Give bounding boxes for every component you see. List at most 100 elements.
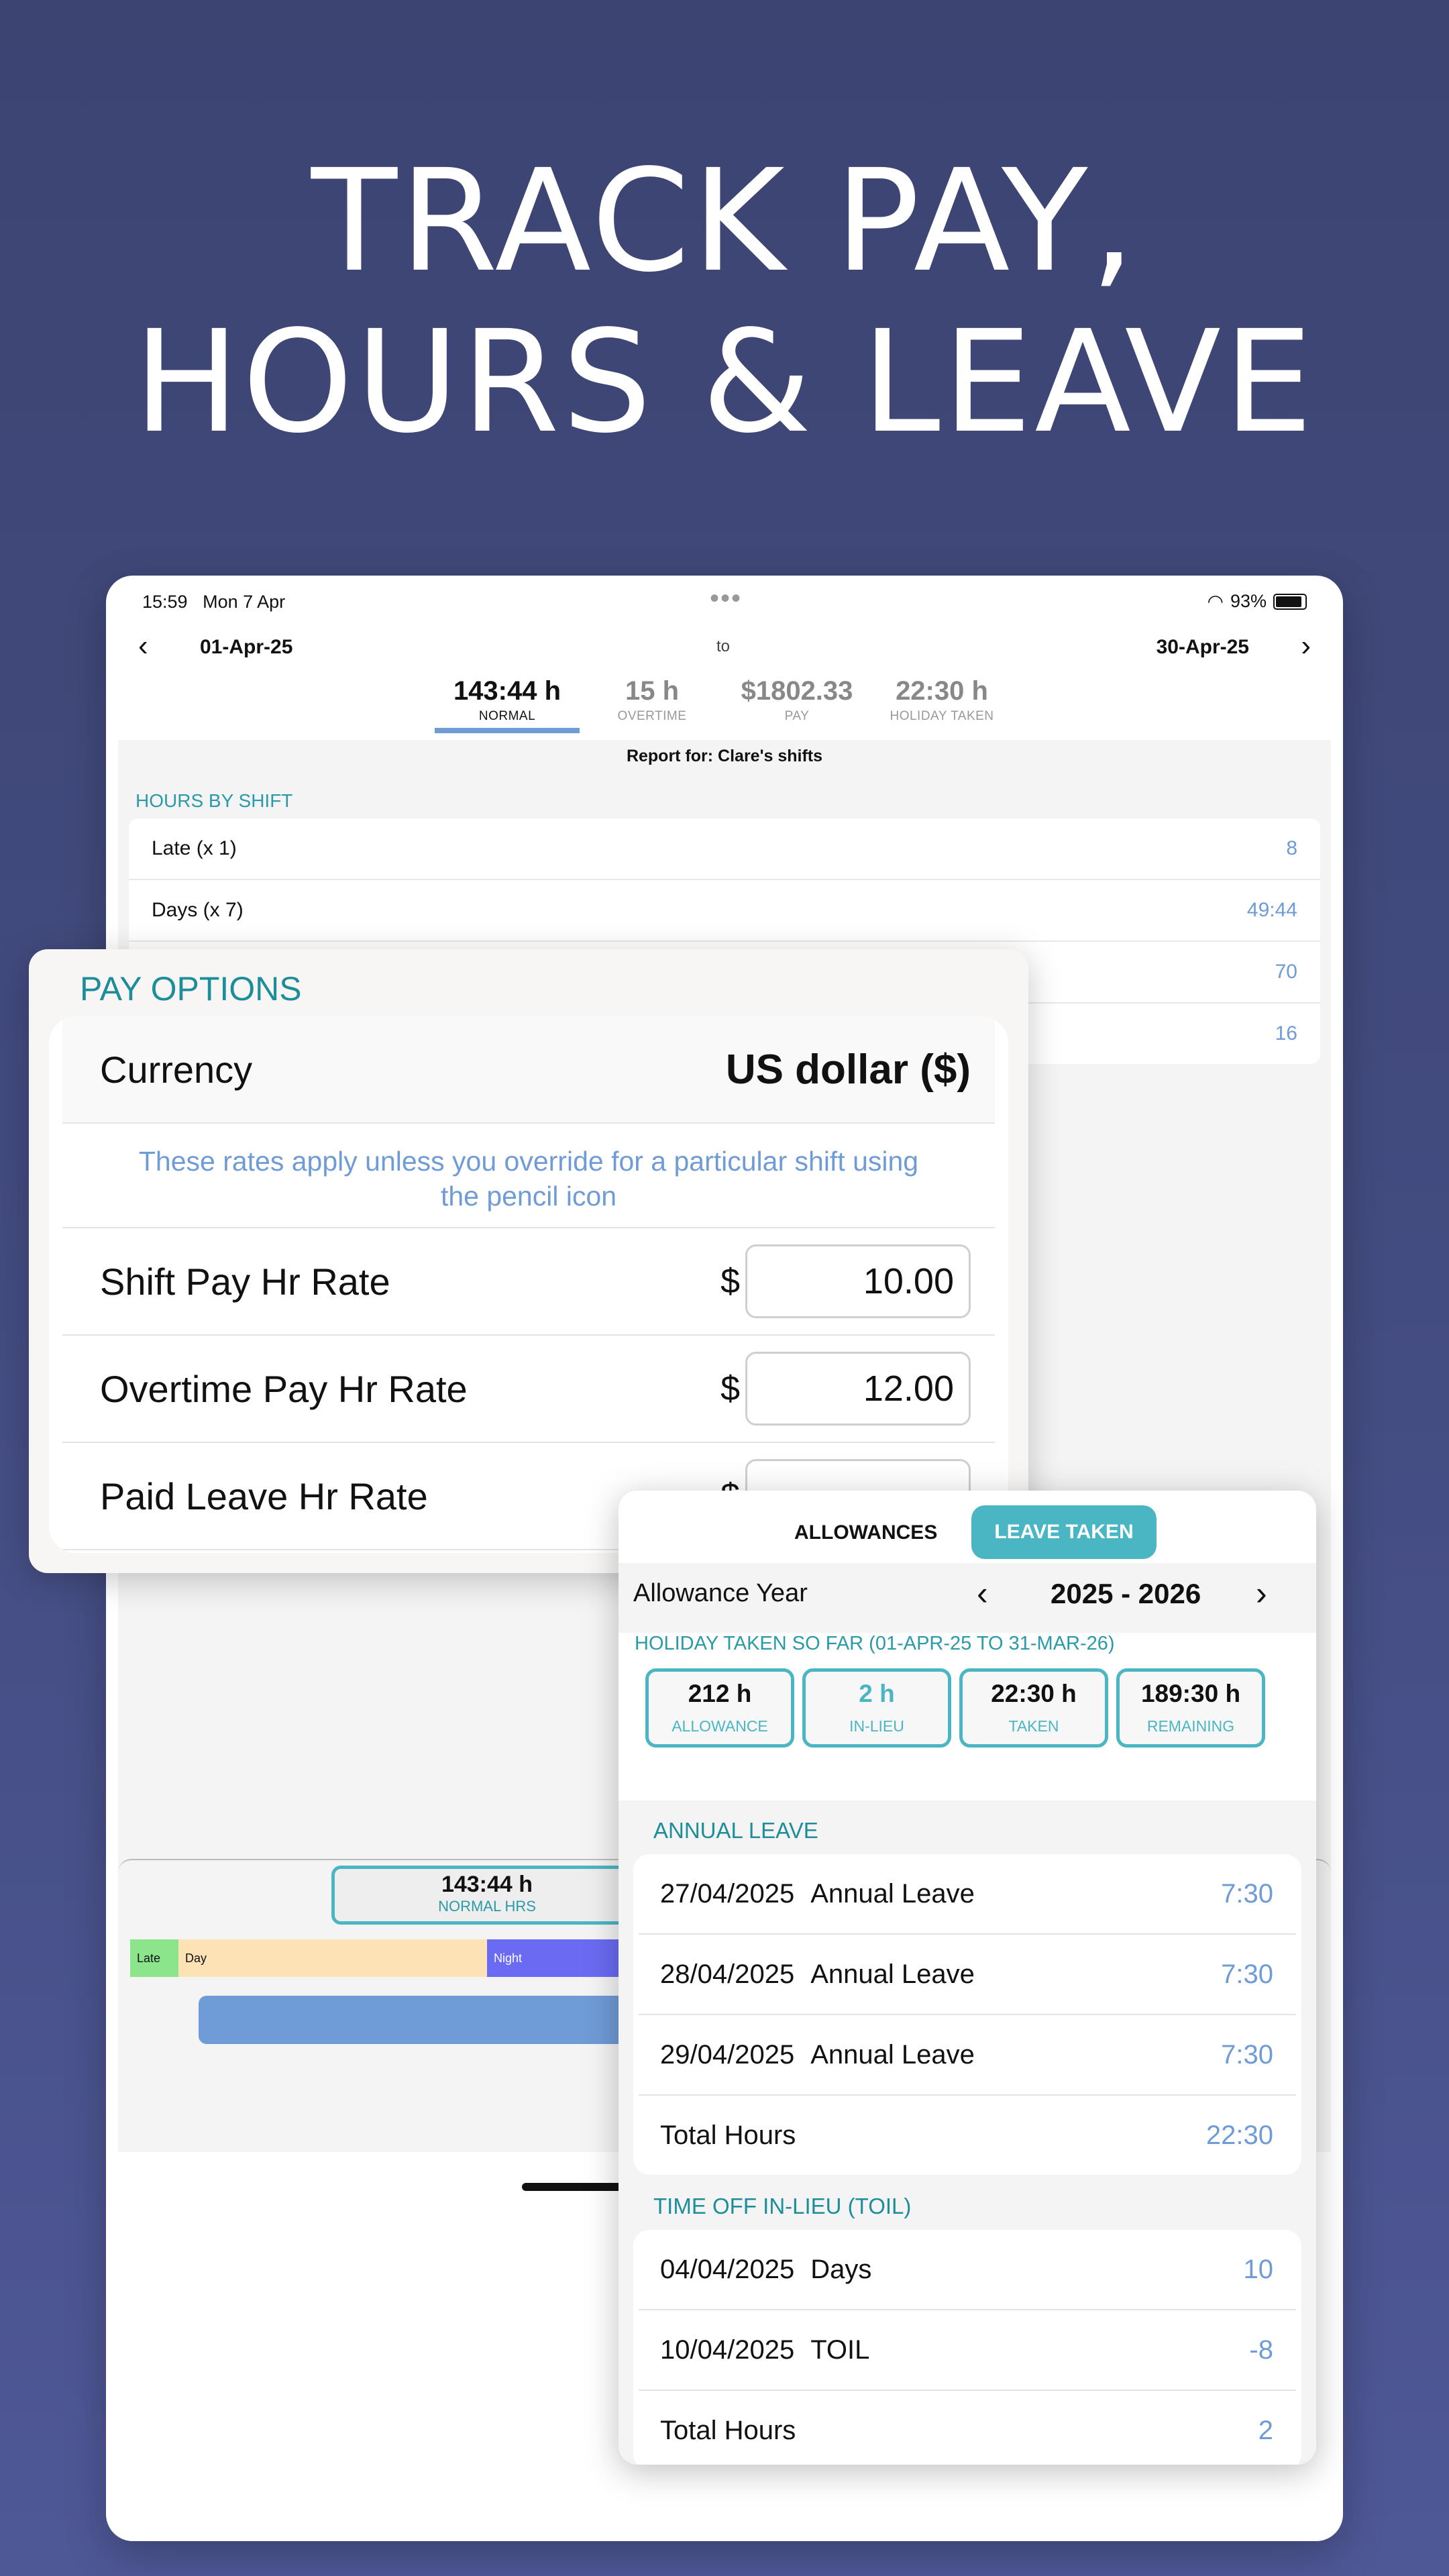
stat-in-lieu[interactable]: 2 h IN-LIEU bbox=[802, 1668, 951, 1748]
tab-overtime[interactable]: 15 h OVERTIME bbox=[580, 676, 724, 733]
chevron-right-icon[interactable]: › bbox=[1301, 629, 1311, 663]
chevron-right-icon[interactable]: › bbox=[1256, 1574, 1267, 1613]
stat-allowance[interactable]: 212 h ALLOWANCE bbox=[645, 1668, 794, 1748]
leave-type: TOIL bbox=[810, 2334, 870, 2365]
leave-hours: -8 bbox=[1249, 2334, 1273, 2365]
list-item[interactable]: 28/04/2025 Annual Leave 7:30 bbox=[639, 1935, 1296, 2015]
date-range-nav: ‹ 01-Apr-25 to 30-Apr-25 › bbox=[106, 623, 1343, 669]
summary-label: HOLIDAY TAKEN bbox=[890, 709, 994, 723]
normal-hours-box[interactable]: 143:44 h NORMAL HRS bbox=[331, 1866, 643, 1925]
overtime-pay-rate-input[interactable]: 12.00 bbox=[745, 1352, 971, 1426]
list-item[interactable]: 27/04/2025 Annual Leave 7:30 bbox=[639, 1854, 1296, 1935]
shift-row[interactable]: Days (x 7) 49:44 bbox=[129, 880, 1320, 942]
tab-holiday-taken[interactable]: 22:30 h HOLIDAY TAKEN bbox=[869, 676, 1014, 733]
pay-options-title: PAY OPTIONS bbox=[80, 970, 302, 1008]
shift-pay-rate-input[interactable]: 10.00 bbox=[745, 1244, 971, 1318]
leave-date: 28/04/2025 bbox=[660, 1959, 795, 1989]
leave-hours: 7:30 bbox=[1221, 1878, 1273, 1909]
date-to-label: to bbox=[716, 637, 731, 655]
annual-leave-list: 27/04/2025 Annual Leave 7:30 28/04/2025 Ann… bbox=[633, 1854, 1301, 2175]
shift-value: 16 bbox=[1275, 1022, 1297, 1044]
tab-leave-taken[interactable]: LEAVE TAKEN bbox=[971, 1505, 1157, 1559]
chevron-left-icon[interactable]: ‹ bbox=[138, 629, 148, 663]
leave-type: Annual Leave bbox=[810, 1878, 975, 1909]
shift-row[interactable]: Late (x 1) 8 bbox=[129, 818, 1320, 880]
total-value: 2 bbox=[1258, 2415, 1273, 2445]
allowance-year-row: Allowance Year ‹ 2025 - 2026 › bbox=[619, 1563, 1316, 1625]
shift-label: Days (x 7) bbox=[152, 899, 244, 921]
total-value: 22:30 bbox=[1205, 2120, 1273, 2150]
stat-label: TAKEN bbox=[1008, 1717, 1059, 1735]
shift-value: 8 bbox=[1286, 837, 1297, 859]
hours-by-shift-title: HOURS BY SHIFT bbox=[136, 790, 293, 811]
stat-taken[interactable]: 22:30 h TAKEN bbox=[959, 1668, 1108, 1748]
toil-list: 04/04/2025 Days 10 10/04/2025 TOIL -8 Total … bbox=[633, 2230, 1301, 2465]
list-item[interactable]: 04/04/2025 Days 10 bbox=[639, 2230, 1296, 2310]
stat-remaining[interactable]: 189:30 h REMAINING bbox=[1116, 1668, 1265, 1748]
tab-normal[interactable]: 143:44 h NORMAL bbox=[435, 676, 580, 733]
stat-value: 2 h bbox=[859, 1680, 895, 1707]
rate-label: Paid Leave Hr Rate bbox=[100, 1474, 428, 1517]
date-until[interactable]: 30-Apr-25 bbox=[1157, 636, 1249, 659]
holiday-stats: 212 h ALLOWANCE 2 h IN-LIEU 22:30 h TAKE… bbox=[645, 1668, 1316, 1748]
wifi-icon: ◠ bbox=[1207, 591, 1224, 612]
stat-label: IN-LIEU bbox=[849, 1717, 904, 1735]
summary-label: PAY bbox=[784, 709, 810, 723]
pay-options-list: Currency US dollar ($) These rates apply… bbox=[49, 1016, 1008, 1553]
list-item[interactable]: 10/04/2025 TOIL -8 bbox=[639, 2310, 1296, 2391]
annual-leave-title: ANNUAL LEAVE bbox=[653, 1818, 818, 1843]
leave-card: ALLOWANCES LEAVE TAKEN Allowance Year ‹ … bbox=[619, 1491, 1316, 2465]
leave-date: 29/04/2025 bbox=[660, 2039, 795, 2070]
leave-hours: 7:30 bbox=[1221, 1959, 1273, 1989]
leave-segmented-control: ALLOWANCES LEAVE TAKEN bbox=[619, 1491, 1316, 1563]
summary-label: OVERTIME bbox=[617, 709, 687, 723]
summary-tabs: 143:44 h NORMAL 15 h OVERTIME $1802.33 P… bbox=[435, 676, 1014, 733]
multitask-dots[interactable]: ••• bbox=[710, 584, 742, 614]
tab-pay[interactable]: $1802.33 PAY bbox=[724, 676, 869, 733]
rates-note: These rates apply unless you override fo… bbox=[62, 1124, 995, 1228]
stat-value: 189:30 h bbox=[1140, 1680, 1241, 1707]
date-from[interactable]: 01-Apr-25 bbox=[200, 636, 292, 659]
stat-value: 212 h bbox=[688, 1680, 752, 1707]
currency-symbol: $ bbox=[720, 1369, 740, 1408]
total-label: Total Hours bbox=[660, 2120, 796, 2150]
leave-hours: 7:30 bbox=[1221, 2039, 1273, 2070]
battery-percent: 93% bbox=[1230, 591, 1267, 611]
headline: TRACK PAY, HOURS & LEAVE bbox=[0, 141, 1449, 463]
allowance-year-label: Allowance Year bbox=[633, 1579, 808, 1607]
stat-label: ALLOWANCE bbox=[672, 1717, 768, 1735]
summary-value: 15 h bbox=[625, 676, 680, 706]
status-right: ◠ 93% bbox=[1208, 590, 1307, 612]
toil-title: TIME OFF IN-LIEU (TOIL) bbox=[653, 2194, 912, 2218]
shift-value: 49:44 bbox=[1246, 899, 1297, 921]
pay-options-card: PAY OPTIONS Currency US dollar ($) These… bbox=[29, 949, 1028, 1573]
headline-line-2: HOURS & LEAVE bbox=[133, 300, 1316, 464]
summary-label: NORMAL bbox=[478, 709, 536, 723]
currency-value[interactable]: US dollar ($) bbox=[726, 1046, 971, 1093]
leave-type: Days bbox=[810, 2254, 872, 2284]
status-bar: 15:59 Mon 7 Apr ••• ◠ 93% bbox=[106, 576, 1343, 629]
normal-hours-label: NORMAL HRS bbox=[438, 1898, 536, 1915]
leave-type: Annual Leave bbox=[810, 1959, 975, 1989]
status-time: 15:59 Mon 7 Apr bbox=[142, 592, 286, 612]
summary-value: $1802.33 bbox=[741, 676, 853, 706]
battery-icon bbox=[1273, 593, 1307, 610]
summary-value: 22:30 h bbox=[896, 676, 988, 706]
shift-label: Late (x 1) bbox=[152, 837, 237, 859]
chevron-left-icon[interactable]: ‹ bbox=[977, 1574, 988, 1613]
annual-total-row: Total Hours 22:30 bbox=[639, 2096, 1296, 2175]
overtime-pay-rate-row: Overtime Pay Hr Rate $12.00 bbox=[62, 1336, 995, 1443]
leave-date: 27/04/2025 bbox=[660, 1878, 795, 1909]
currency-label: Currency bbox=[100, 1048, 253, 1091]
total-label: Total Hours bbox=[660, 2415, 796, 2445]
list-item[interactable]: 29/04/2025 Annual Leave 7:30 bbox=[639, 2015, 1296, 2096]
leave-date: 10/04/2025 bbox=[660, 2334, 795, 2365]
allowance-year-value: 2025 - 2026 bbox=[1051, 1578, 1201, 1609]
holiday-taken-title: HOLIDAY TAKEN SO FAR (01-APR-25 TO 31-MA… bbox=[635, 1633, 1316, 1655]
tab-allowances[interactable]: ALLOWANCES bbox=[794, 1521, 937, 1544]
shift-value: 70 bbox=[1275, 961, 1297, 983]
segment-day: Day bbox=[178, 1939, 487, 1977]
shift-pay-rate-row: Shift Pay Hr Rate $10.00 bbox=[62, 1228, 995, 1336]
currency-row[interactable]: Currency US dollar ($) bbox=[62, 1016, 995, 1124]
stat-value: 22:30 h bbox=[991, 1680, 1077, 1707]
